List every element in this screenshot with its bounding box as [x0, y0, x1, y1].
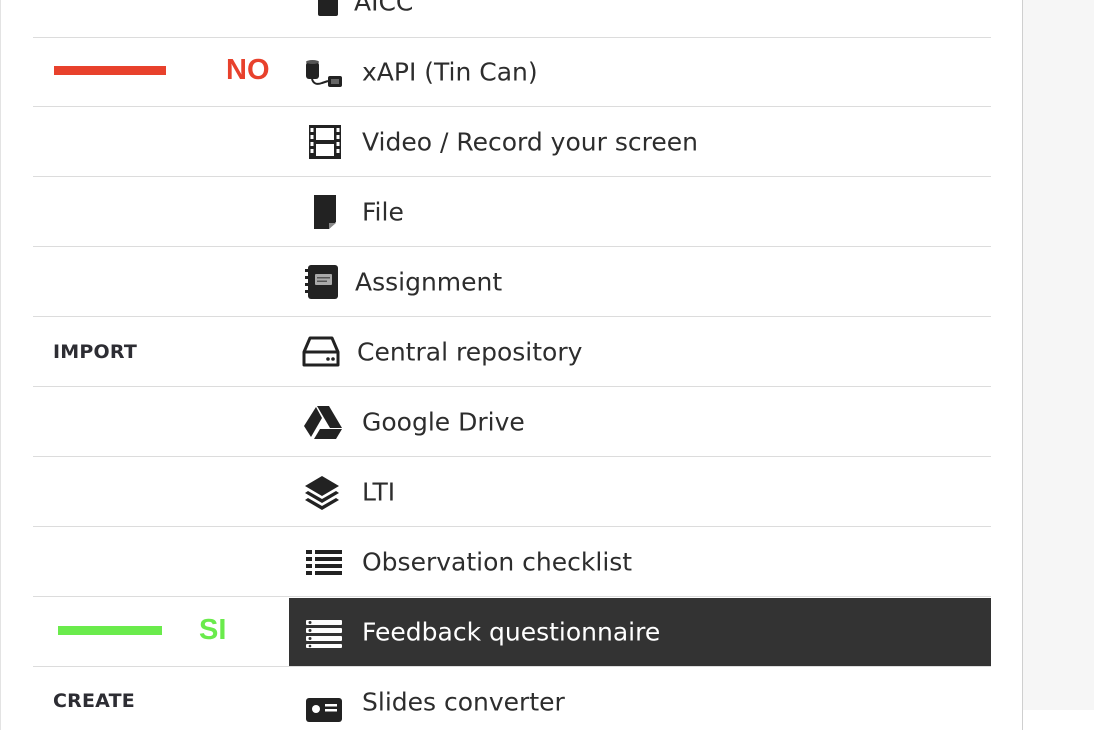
tin-can-icon: [304, 52, 344, 92]
menu-item-label: File: [362, 197, 404, 227]
divider: [33, 246, 991, 247]
aicc-icon: [308, 0, 348, 22]
menu-item-label: Slides converter: [362, 687, 565, 717]
menu-item-label: LTI: [362, 477, 396, 507]
annotation-si-line: [58, 626, 162, 635]
menu-item-label: Google Drive: [362, 407, 525, 437]
divider: [33, 456, 991, 457]
list-icon: [304, 542, 344, 582]
layers-icon: [302, 472, 342, 512]
section-import: IMPORT: [53, 341, 137, 363]
menu-item-assignment[interactable]: Assignment: [289, 248, 991, 316]
menu-item-label: Observation checklist: [362, 547, 633, 577]
page-background: [1022, 0, 1094, 710]
divider: [33, 526, 991, 527]
menu-item-label: Assignment: [355, 267, 503, 297]
menu-item-label: Feedback questionnaire: [362, 617, 661, 647]
menu-item-slides-converter[interactable]: Slides converter: [289, 668, 991, 736]
menu-item-aicc[interactable]: AICC: [289, 0, 991, 36]
annotation-no-line: [54, 66, 166, 75]
divider: [33, 596, 991, 597]
list-checks-icon: [304, 612, 344, 652]
annotation-no-text: NO: [226, 54, 270, 86]
slides-icon: [304, 682, 344, 722]
menu-item-google-drive[interactable]: Google Drive: [289, 388, 991, 456]
menu-item-label: AICC: [354, 0, 414, 17]
divider: [33, 106, 991, 107]
menu-item-xapi[interactable]: xAPI (Tin Can): [289, 38, 991, 106]
menu-item-central-repository[interactable]: Central repository: [289, 318, 991, 386]
google-drive-icon: [303, 402, 343, 442]
menu-item-observation-checklist[interactable]: Observation checklist: [289, 528, 991, 596]
menu-item-label: Video / Record your screen: [362, 127, 698, 157]
menu-item-video[interactable]: Video / Record your screen: [289, 108, 991, 176]
divider: [33, 176, 991, 177]
annotation-si-text: SI: [199, 614, 227, 646]
menu-item-label: xAPI (Tin Can): [362, 57, 538, 87]
film-icon: [305, 122, 345, 162]
notebook-icon: [302, 262, 342, 302]
file-icon: [305, 192, 345, 232]
divider: [33, 666, 991, 667]
menu-item-label: Central repository: [357, 337, 583, 367]
menu-item-lti[interactable]: LTI: [289, 458, 991, 526]
menu-item-feedback-questionnaire[interactable]: Feedback questionnaire: [289, 598, 991, 666]
section-create: CREATE: [53, 690, 135, 712]
divider: [33, 386, 991, 387]
hard-drive-icon: [301, 332, 341, 372]
divider: [33, 316, 991, 317]
menu-item-file[interactable]: File: [289, 178, 991, 246]
